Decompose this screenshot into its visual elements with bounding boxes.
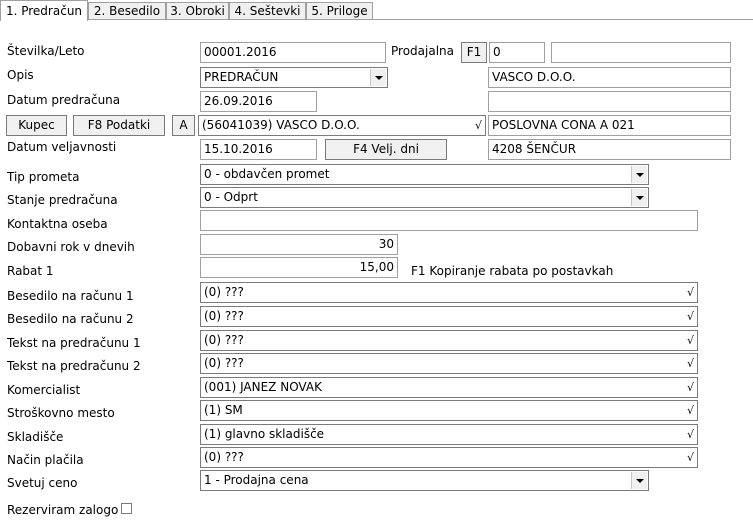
check-icon[interactable]: √: [687, 401, 694, 420]
tab-priloge[interactable]: 5. Priloge: [306, 2, 373, 19]
check-icon[interactable]: √: [475, 116, 482, 135]
address-line-1[interactable]: VASCO D.O.O.: [488, 67, 731, 88]
strosek-value: (1) SM: [204, 403, 243, 417]
a-button[interactable]: A: [172, 115, 195, 136]
tekst2-value: (0) ???: [204, 356, 244, 370]
svetuj-value: 1 - Prodajna cena: [204, 473, 309, 487]
chevron-down-icon[interactable]: [631, 166, 647, 183]
tip-prometa-select[interactable]: 0 - obdavčen promet: [200, 164, 649, 185]
chevron-down-icon[interactable]: [631, 189, 647, 206]
tekst2-select[interactable]: (0) ??? √: [200, 353, 698, 374]
rabat-label: Rabat 1: [7, 264, 54, 278]
svetuj-label: Svetuj ceno: [7, 476, 78, 490]
tab-sestevki[interactable]: 4. Seštevki: [229, 2, 306, 19]
check-icon[interactable]: √: [687, 283, 694, 302]
check-icon[interactable]: √: [687, 331, 694, 350]
chevron-down-icon[interactable]: [631, 472, 647, 489]
kupec-button[interactable]: Kupec: [6, 115, 67, 136]
stanje-select[interactable]: 0 - Odprt: [200, 187, 649, 208]
opis-label: Opis: [7, 68, 34, 82]
tab-obroki[interactable]: 3. Obroki: [166, 2, 229, 19]
prodajalna-name-input[interactable]: [551, 42, 731, 63]
prodajalna-label: Prodajalna: [391, 44, 454, 58]
f4-velj-dni-button[interactable]: F4 Velj. dni: [325, 139, 447, 160]
nacin-label: Način plačila: [7, 453, 84, 467]
skladisce-value: (1) glavno skladišče: [204, 427, 325, 441]
opis-select[interactable]: PREDRAČUN: [200, 67, 388, 88]
svetuj-select[interactable]: 1 - Prodajna cena: [200, 470, 649, 491]
stevilka-label: Številka/Leto: [7, 44, 85, 58]
skladisce-select[interactable]: (1) glavno skladišče √: [200, 424, 698, 445]
check-icon[interactable]: √: [687, 425, 694, 444]
skladisce-label: Skladišče: [7, 430, 64, 444]
rezerv-checkbox[interactable]: [121, 503, 132, 514]
tab-bar: 1. Predračun 2. Besedilo 3. Obroki 4. Se…: [0, 0, 753, 21]
datum-input[interactable]: 26.09.2016: [200, 91, 317, 112]
tekst1-select[interactable]: (0) ??? √: [200, 330, 698, 351]
check-icon[interactable]: √: [687, 354, 694, 373]
veljavnost-input[interactable]: 15.10.2016: [200, 139, 317, 160]
nacin-select[interactable]: (0) ??? √: [200, 447, 698, 468]
prodajalna-f1-button[interactable]: F1: [461, 42, 487, 63]
prodajalna-code-input[interactable]: 0: [489, 42, 545, 63]
strosek-select[interactable]: (1) SM √: [200, 400, 698, 421]
besedilo1-label: Besedilo na računu 1: [7, 289, 134, 303]
besedilo2-value: (0) ???: [204, 309, 244, 323]
rok-input[interactable]: 30: [200, 234, 398, 255]
rok-label: Dobavni rok v dnevih: [7, 240, 135, 254]
veljavnost-label: Datum veljavnosti: [7, 140, 117, 154]
check-icon[interactable]: √: [687, 307, 694, 326]
check-icon[interactable]: √: [687, 378, 694, 397]
kontakt-label: Kontaktna oseba: [7, 217, 108, 231]
kupec-value: (56041039) VASCO D.O.O.: [202, 118, 360, 132]
address-line-4[interactable]: 4208 ŠENČUR: [488, 139, 731, 160]
kontakt-input[interactable]: [200, 210, 698, 231]
tab-besedilo[interactable]: 2. Besedilo: [88, 2, 166, 19]
komercialist-value: (001) JANEZ NOVAK: [204, 380, 322, 394]
komercialist-label: Komercialist: [7, 383, 81, 397]
rabat-note: F1 Kopiranje rabata po postavkah: [411, 264, 614, 278]
tekst1-label: Tekst na predračunu 1: [7, 336, 141, 350]
stevilka-input[interactable]: 00001.2016: [200, 42, 386, 63]
tekst1-value: (0) ???: [204, 333, 244, 347]
address-line-3[interactable]: POSLOVNA CONA A 021: [488, 115, 731, 136]
rezerv-label: Rezerviram zalogo: [7, 503, 119, 517]
tip-prometa-value: 0 - obdavčen promet: [204, 167, 330, 181]
komercialist-select[interactable]: (001) JANEZ NOVAK √: [200, 377, 698, 398]
stanje-value: 0 - Odprt: [204, 190, 258, 204]
nacin-value: (0) ???: [204, 450, 244, 464]
datum-label: Datum predračuna: [7, 93, 121, 107]
tab-predracun[interactable]: 1. Predračun: [0, 0, 88, 21]
besedilo2-select[interactable]: (0) ??? √: [200, 306, 698, 327]
check-icon[interactable]: √: [687, 448, 694, 467]
besedilo2-label: Besedilo na računu 2: [7, 312, 134, 326]
besedilo1-value: (0) ???: [204, 285, 244, 299]
f8-podatki-button[interactable]: F8 Podatki: [73, 115, 165, 136]
opis-value: PREDRAČUN: [204, 70, 279, 84]
strosek-label: Stroškovno mesto: [7, 406, 115, 420]
rabat-input[interactable]: 15,00: [200, 257, 398, 278]
besedilo1-select[interactable]: (0) ??? √: [200, 282, 698, 303]
tekst2-label: Tekst na predračunu 2: [7, 359, 141, 373]
address-line-2[interactable]: [488, 91, 731, 112]
kupec-select[interactable]: (56041039) VASCO D.O.O. √: [198, 115, 486, 136]
stanje-label: Stanje predračuna: [7, 193, 118, 207]
tip-prometa-label: Tip prometa: [7, 170, 80, 184]
chevron-down-icon[interactable]: [370, 69, 386, 86]
